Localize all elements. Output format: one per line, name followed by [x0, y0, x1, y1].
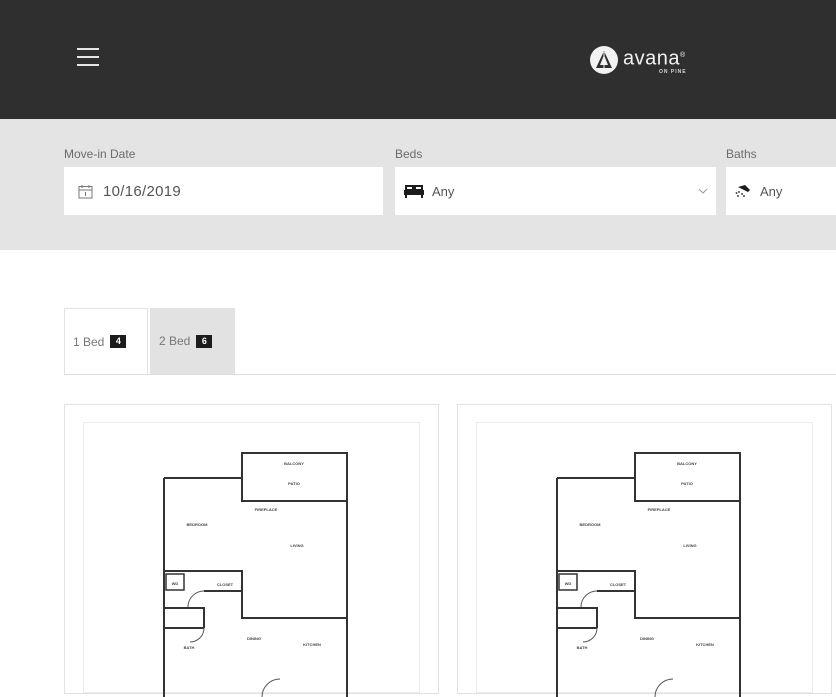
- floorplan-card[interactable]: BALCONY PATIO FIREPLACE BEDROOM LIVING WD CLOS…: [457, 404, 832, 697]
- patio-label: PATIO: [288, 481, 300, 486]
- tab-divider: [64, 374, 836, 375]
- baths-label: Baths: [726, 147, 757, 161]
- beds-value: Any: [432, 183, 455, 199]
- count-badge: 4: [110, 335, 127, 348]
- floorplan-drawing: BALCONY PATIO FIREPLACE BEDROOM LIVING WD CLOS…: [163, 452, 348, 697]
- door-swing: [189, 627, 205, 643]
- baths-value: Any: [760, 183, 783, 199]
- beds-label: Beds: [395, 147, 423, 161]
- floorplan-walls: [163, 452, 348, 697]
- logo-subtitle: ON PINE: [659, 69, 687, 75]
- move-in-date-label: Move-in Date: [64, 147, 136, 161]
- floorplan-interior-walls: [164, 570, 347, 629]
- wd-label: WD: [172, 581, 179, 586]
- dining-label: DINING: [247, 636, 261, 641]
- balcony-label: BALCONY: [677, 461, 697, 466]
- site-header: avana® ON PINE: [0, 0, 836, 119]
- floorplan-image: BALCONY PATIO FIREPLACE BEDROOM LIVING WD CLOS…: [83, 422, 420, 697]
- closet-label: CLOSET: [217, 582, 234, 587]
- door-swing: [261, 678, 281, 697]
- balcony-label: BALCONY: [284, 461, 304, 466]
- kitchen-label: KITCHEN: [696, 642, 714, 647]
- calendar-icon: [78, 184, 93, 198]
- floorplan-drawing: BALCONY PATIO FIREPLACE BEDROOM LIVING WD CLOS…: [556, 452, 741, 697]
- logo-text: avana®: [623, 47, 686, 70]
- move-in-date-field[interactable]: 10/16/2019: [64, 167, 383, 215]
- living-label: LIVING: [683, 543, 696, 548]
- dining-label: DINING: [640, 636, 654, 641]
- door-swing: [654, 678, 674, 697]
- search-filters: Move-in Date 10/16/2019 Beds Any Baths A…: [0, 119, 836, 250]
- bed-icon: [404, 185, 424, 198]
- tab-label: 1 Bed: [73, 334, 105, 349]
- patio-label: PATIO: [681, 481, 693, 486]
- shower-icon: [735, 185, 750, 197]
- door-swing: [582, 627, 598, 643]
- door-swing: [580, 590, 598, 608]
- bath-label: BATH: [184, 645, 195, 650]
- logo-mark-icon: [590, 46, 618, 74]
- floorplan-interior-walls: [557, 570, 740, 629]
- baths-select[interactable]: Any: [726, 167, 836, 215]
- hamburger-menu-icon[interactable]: [77, 46, 99, 68]
- kitchen-label: KITCHEN: [303, 642, 321, 647]
- fireplace-label: FIREPLACE: [255, 507, 278, 512]
- bath-label: BATH: [577, 645, 588, 650]
- beds-select[interactable]: Any: [395, 167, 716, 215]
- count-badge: 6: [196, 334, 213, 348]
- chevron-down-icon: [698, 188, 708, 194]
- living-label: LIVING: [290, 543, 303, 548]
- floorplan-card[interactable]: BALCONY PATIO FIREPLACE BEDROOM LIVING WD CLOS…: [64, 404, 439, 697]
- fireplace-label: FIREPLACE: [648, 507, 671, 512]
- closet-label: CLOSET: [610, 582, 627, 587]
- floorplan-image: BALCONY PATIO FIREPLACE BEDROOM LIVING WD CLOS…: [476, 422, 813, 697]
- floorplan-walls: [556, 452, 741, 697]
- move-in-date-value: 10/16/2019: [103, 182, 182, 200]
- tab-1-bed[interactable]: 1 Bed 4: [64, 308, 148, 374]
- tab-label: 2 Bed: [159, 334, 191, 348]
- wd-label: WD: [565, 581, 572, 586]
- tab-2-bed[interactable]: 2 Bed 6: [150, 308, 235, 374]
- door-swing: [187, 590, 205, 608]
- bedroom-label: BEDROOM: [187, 522, 209, 527]
- bedroom-label: BEDROOM: [580, 522, 602, 527]
